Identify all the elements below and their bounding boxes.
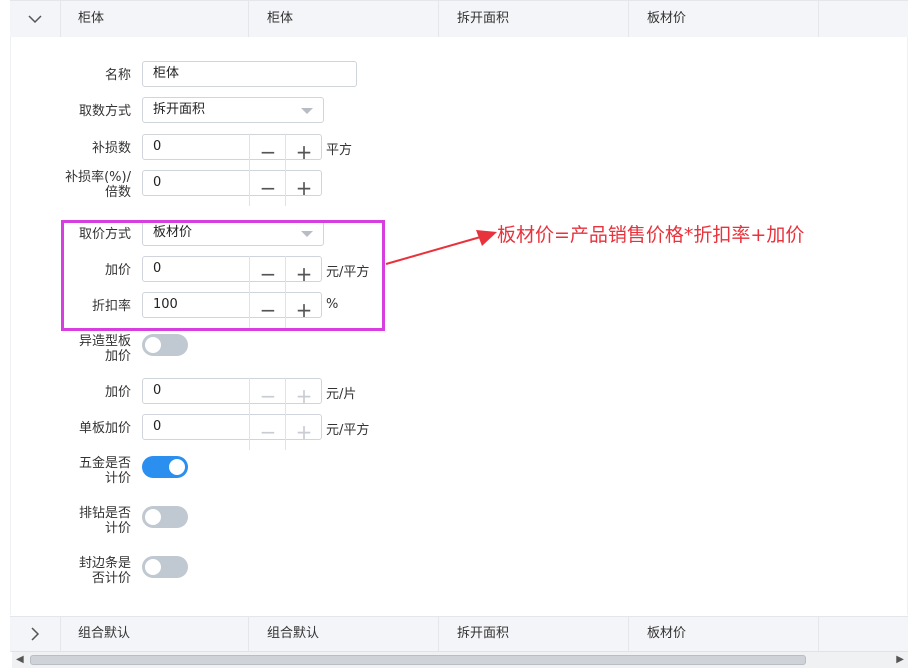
highlight-box xyxy=(61,220,385,331)
add-price2-value: 0 xyxy=(153,383,162,398)
edge-band-label: 封边条是 否计价 xyxy=(51,556,131,586)
chevron-down-icon xyxy=(28,15,42,24)
switch-knob xyxy=(145,559,161,575)
plus-button[interactable]: + xyxy=(285,378,322,414)
edge-band-label-line1: 封边条是 xyxy=(78,556,131,571)
add-price2-label: 加价 xyxy=(104,385,131,400)
minus-button[interactable]: − xyxy=(249,170,286,206)
loss-rate-label-line1: 补损率(%)/ xyxy=(65,170,131,185)
name-label: 名称 xyxy=(104,68,131,83)
loss-rate-row: 补损率(%)/ 倍数 0 − + xyxy=(11,170,711,206)
special-board-label-line2: 加价 xyxy=(104,349,131,364)
single-board-value: 0 xyxy=(153,419,162,434)
fetch-mode-select[interactable]: 拆开面积 xyxy=(142,97,324,123)
single-board-stepper[interactable]: 0 − + xyxy=(142,414,322,450)
plus-button[interactable]: + xyxy=(285,170,322,206)
minus-button[interactable]: − xyxy=(249,378,286,414)
header-cell-2: 柜体 xyxy=(249,1,439,37)
add-price2-unit: 元/片 xyxy=(326,387,357,402)
single-board-row: 单板加价 0 − + 元/平方 xyxy=(11,414,711,450)
horizontal-scrollbar[interactable]: ◀ ▶ xyxy=(12,651,908,668)
name-input[interactable]: 柜体 xyxy=(142,61,357,87)
loss-row: 补损数 0 − + 平方 xyxy=(11,134,711,170)
minus-button[interactable]: − xyxy=(249,414,286,450)
hardware-label-line1: 五金是否 xyxy=(78,456,131,471)
group-header-row[interactable]: 柜体 柜体 拆开面积 板材价 xyxy=(10,0,908,38)
loss-unit: 平方 xyxy=(326,143,353,158)
loss-rate-label-line2: 倍数 xyxy=(104,185,131,200)
dropdown-arrow-icon xyxy=(301,108,313,114)
footer-cell-2: 组合默认 xyxy=(249,617,439,651)
edge-band-label-line2: 否计价 xyxy=(91,571,131,586)
switch-knob xyxy=(169,459,185,475)
loss-label: 补损数 xyxy=(91,141,131,156)
chevron-right-icon xyxy=(31,627,40,641)
plus-button[interactable]: + xyxy=(285,414,322,450)
drilling-label-line2: 计价 xyxy=(104,521,131,536)
special-board-switch[interactable] xyxy=(142,334,188,356)
hardware-row: 五金是否 计价 xyxy=(11,456,711,486)
minus-button[interactable]: − xyxy=(249,134,286,170)
footer-cell-1: 组合默认 xyxy=(60,617,249,651)
edge-band-row: 封边条是 否计价 xyxy=(11,556,711,586)
hardware-switch[interactable] xyxy=(142,456,188,478)
special-board-row: 异造型板 加价 xyxy=(11,334,711,364)
loss-rate-value: 0 xyxy=(153,175,162,190)
edge-band-switch[interactable] xyxy=(142,556,188,578)
drilling-label: 排钻是否 计价 xyxy=(51,506,131,536)
expand-toggle[interactable] xyxy=(10,617,61,651)
special-board-label-line1: 异造型板 xyxy=(78,334,131,349)
loss-rate-label: 补损率(%)/ 倍数 xyxy=(51,170,131,200)
plus-button[interactable]: + xyxy=(285,134,322,170)
footer-cell-4: 板材价 xyxy=(629,617,819,651)
scroll-left-icon[interactable]: ◀ xyxy=(16,654,24,665)
fetch-mode-label: 取数方式 xyxy=(78,104,131,119)
drilling-switch[interactable] xyxy=(142,506,188,528)
hardware-label-line2: 计价 xyxy=(104,471,131,486)
loss-value: 0 xyxy=(153,139,162,154)
drilling-row: 排钻是否 计价 xyxy=(11,506,711,536)
header-cell-1: 柜体 xyxy=(60,1,249,37)
fetch-mode-row: 取数方式 拆开面积 xyxy=(11,97,711,127)
loss-stepper[interactable]: 0 − + xyxy=(142,134,322,170)
footer-cell-3: 拆开面积 xyxy=(439,617,629,651)
annotation-arrow-icon xyxy=(385,230,497,265)
scroll-right-icon[interactable]: ▶ xyxy=(896,654,904,665)
single-board-unit: 元/平方 xyxy=(326,423,370,438)
add-price2-stepper[interactable]: 0 − + xyxy=(142,378,322,414)
drilling-label-line1: 排钻是否 xyxy=(78,506,131,521)
header-cell-4: 板材价 xyxy=(629,1,819,37)
name-row: 名称 柜体 xyxy=(11,61,711,91)
fetch-mode-value: 拆开面积 xyxy=(153,102,206,117)
annotation-text: 板材价=产品销售价格*折扣率+加价 xyxy=(497,224,805,246)
loss-rate-stepper[interactable]: 0 − + xyxy=(142,170,322,206)
switch-knob xyxy=(145,509,161,525)
hardware-label: 五金是否 计价 xyxy=(51,456,131,486)
group-footer-row[interactable]: 组合默认 组合默认 拆开面积 板材价 xyxy=(10,616,908,652)
collapse-toggle[interactable] xyxy=(10,1,61,37)
special-board-label: 异造型板 加价 xyxy=(51,334,131,364)
scrollbar-thumb[interactable] xyxy=(30,655,806,665)
switch-knob xyxy=(145,337,161,353)
add-price2-row: 加价 0 − + 元/片 xyxy=(11,378,711,414)
single-board-label: 单板加价 xyxy=(78,421,131,436)
header-cell-3: 拆开面积 xyxy=(439,1,629,37)
